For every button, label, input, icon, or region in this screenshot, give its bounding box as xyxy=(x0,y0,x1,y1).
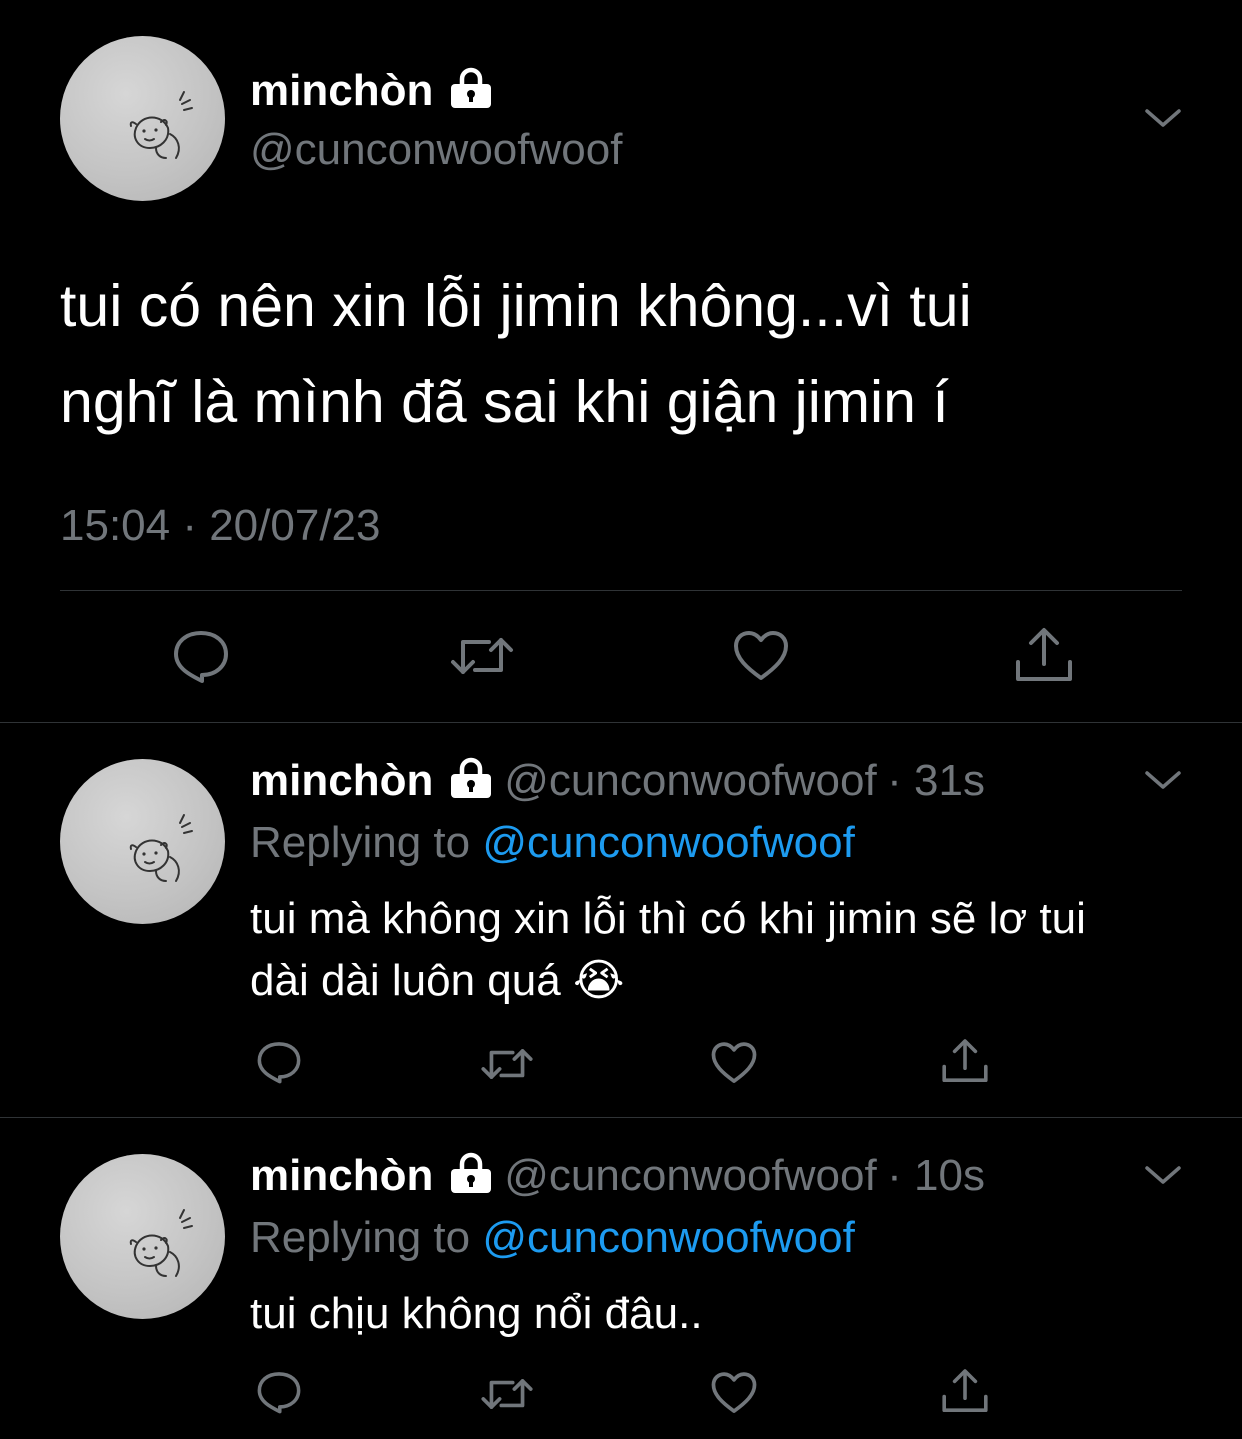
tweet-text-line: tui mà không xin lỗi thì có khi jimin sẽ… xyxy=(250,894,1086,943)
handle[interactable]: @cunconwoofwoof xyxy=(504,1151,876,1200)
replying-to-label: Replying to xyxy=(250,1213,483,1262)
display-name[interactable]: minchòn xyxy=(250,1151,433,1200)
crying-emoji: 😭 xyxy=(572,956,625,1005)
author-row: minchòn @cunconwoofwoof · 10s xyxy=(250,1147,985,1205)
tweet-text-line: tui chịu không nổi đâu.. xyxy=(250,1289,703,1338)
reply-time: · 31s xyxy=(887,756,985,805)
divider xyxy=(0,1117,1242,1118)
heart-icon[interactable] xyxy=(711,1371,757,1415)
chevron-down-icon[interactable] xyxy=(1144,768,1182,797)
tweet-timestamp[interactable]: 15:04 · 20/07/23 xyxy=(60,498,380,554)
reply-icon[interactable] xyxy=(256,1370,302,1414)
share-icon[interactable] xyxy=(1014,626,1074,684)
replying-to: Replying to @cunconwoofwoof xyxy=(250,814,855,872)
retweet-icon[interactable] xyxy=(449,632,515,680)
handle[interactable]: @cunconwoofwoof xyxy=(250,124,622,176)
avatar[interactable] xyxy=(60,759,225,924)
avatar[interactable] xyxy=(60,1154,225,1319)
dog-doodle-icon xyxy=(129,1209,193,1277)
replying-to-link[interactable]: @cunconwoofwoof xyxy=(482,1213,854,1262)
divider xyxy=(0,722,1242,723)
dog-doodle-icon xyxy=(129,814,193,882)
display-name[interactable]: minchòn xyxy=(250,66,433,115)
chevron-down-icon[interactable] xyxy=(1144,106,1182,135)
handle[interactable]: @cunconwoofwoof xyxy=(504,756,876,805)
share-icon[interactable] xyxy=(941,1037,989,1085)
tweet-text-line: tui có nên xin lỗi jimin không...vì tui xyxy=(60,273,972,339)
avatar[interactable] xyxy=(60,36,225,201)
heart-icon[interactable] xyxy=(733,630,789,682)
tweet-text: tui chịu không nổi đâu.. xyxy=(250,1283,703,1345)
tweet-text: tui mà không xin lỗi thì có khi jimin sẽ… xyxy=(250,888,1086,1012)
author-row: minchòn xyxy=(250,62,494,120)
retweet-icon[interactable] xyxy=(480,1044,534,1084)
replying-to: Replying to @cunconwoofwoof xyxy=(250,1209,855,1267)
share-icon[interactable] xyxy=(941,1367,989,1415)
tweet-text-line: dài dài luôn quá xyxy=(250,956,561,1005)
replying-to-link[interactable]: @cunconwoofwoof xyxy=(482,818,854,867)
tweet-text: tui có nên xin lỗi jimin không...vì tui … xyxy=(60,258,972,450)
heart-icon[interactable] xyxy=(711,1041,757,1085)
divider xyxy=(60,590,1182,591)
retweet-icon[interactable] xyxy=(480,1374,534,1414)
reply-icon[interactable] xyxy=(172,628,230,684)
chevron-down-icon[interactable] xyxy=(1144,1163,1182,1192)
reply-icon[interactable] xyxy=(256,1040,302,1084)
tweet-text-line: nghĩ là mình đã sai khi giận jimin í xyxy=(60,369,949,435)
reply-time: · 10s xyxy=(887,1151,985,1200)
replying-to-label: Replying to xyxy=(250,818,483,867)
author-row: minchòn @cunconwoofwoof · 31s xyxy=(250,752,985,810)
display-name[interactable]: minchòn xyxy=(250,756,433,805)
dog-doodle-icon xyxy=(129,91,193,159)
